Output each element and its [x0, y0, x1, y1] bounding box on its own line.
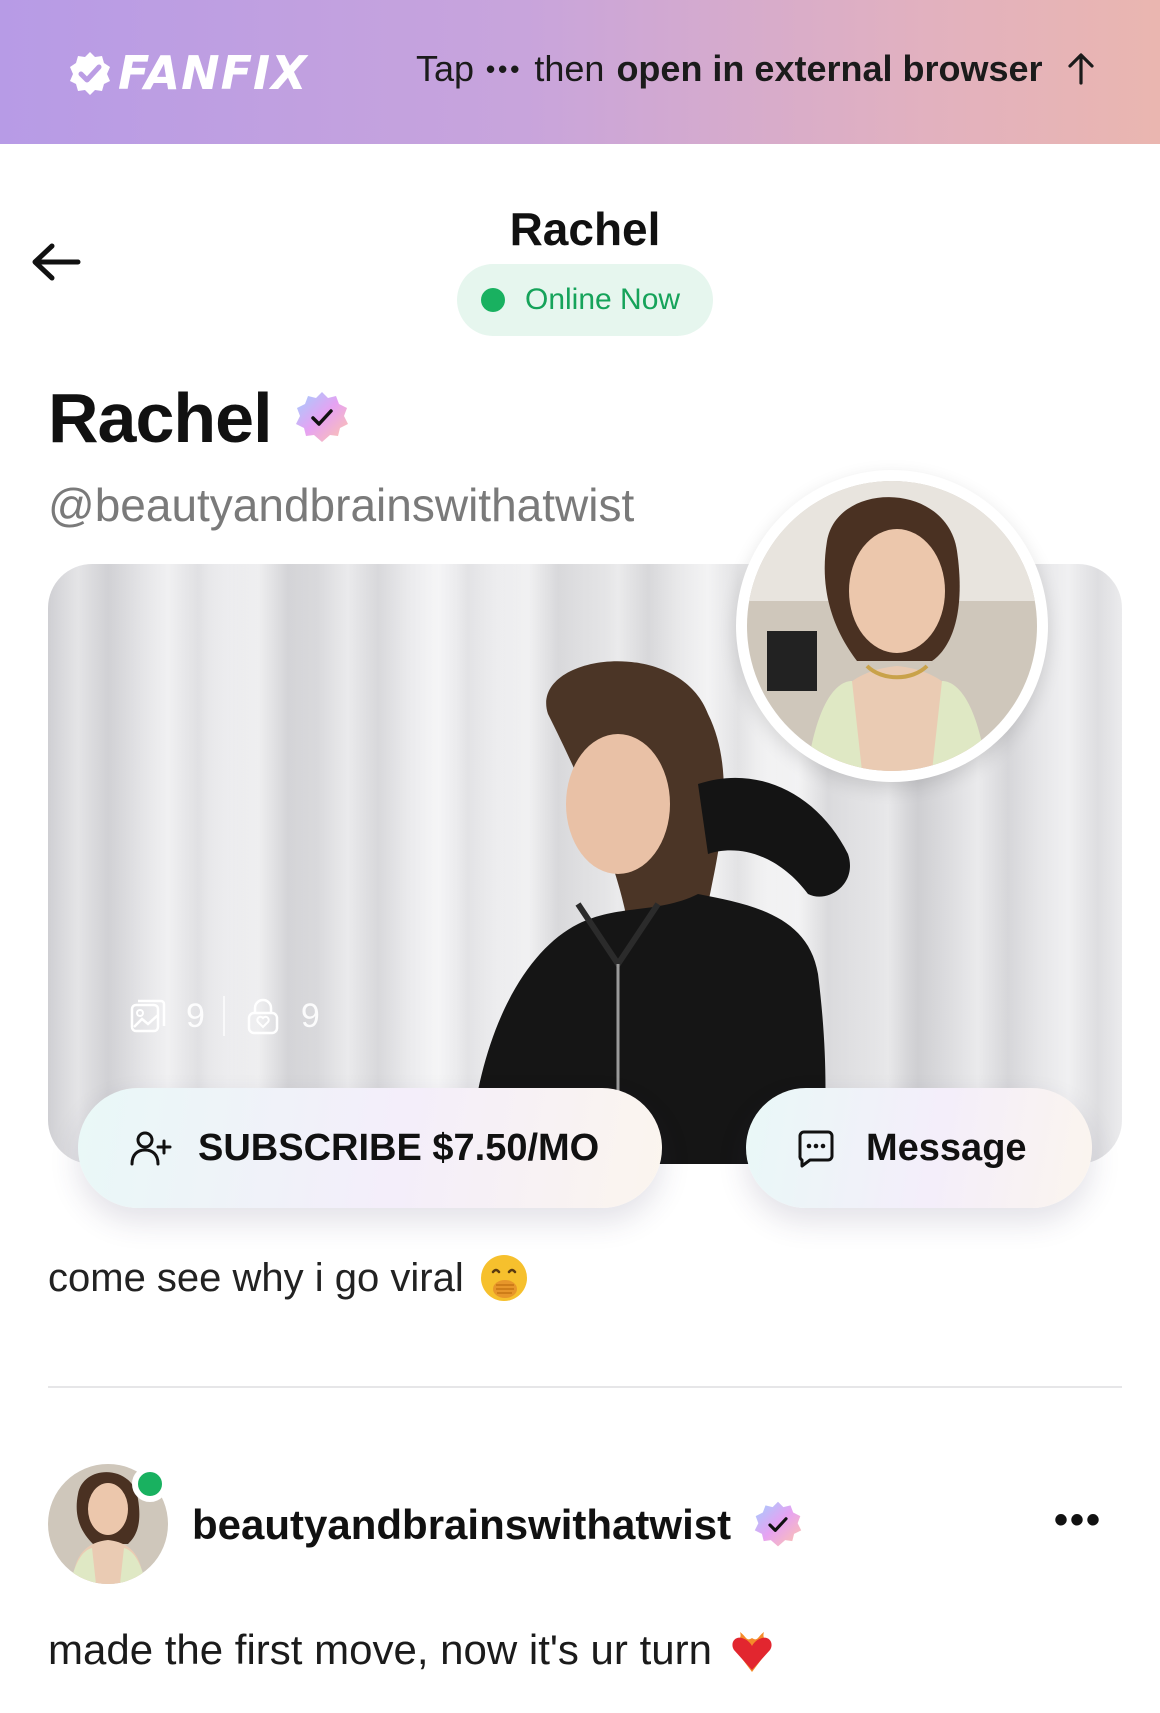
- gallery-icon: [130, 999, 166, 1033]
- content-stats: 9 9: [128, 996, 320, 1036]
- profile-handle: @beautyandbrainswithatwist: [48, 479, 635, 531]
- more-options-button[interactable]: •••: [1050, 1500, 1106, 1540]
- banner-instruction-bold: open in external browser: [616, 48, 1043, 89]
- lock-icon: [247, 998, 279, 1035]
- page-title: Rachel: [509, 203, 661, 255]
- online-status-text: Online Now: [525, 283, 681, 316]
- post-online-indicator: [132, 1466, 168, 1502]
- online-status-badge: Online Now: [457, 264, 713, 336]
- avatar-photo: [747, 481, 1037, 771]
- profile-bio: come see why i go viral: [48, 1252, 530, 1304]
- post-author[interactable]: beautyandbrainswithatwist: [192, 1500, 803, 1550]
- online-dot-icon: [481, 288, 505, 312]
- stats-divider: [222, 996, 225, 1036]
- logo-wordmark: FANFIX: [118, 46, 308, 100]
- arrow-up-icon: [1067, 53, 1094, 85]
- add-user-icon: [130, 1131, 172, 1166]
- hand-over-mouth-emoji-icon: [480, 1255, 527, 1301]
- chat-bubble-icon: [798, 1130, 834, 1168]
- post-username[interactable]: beautyandbrainswithatwist: [192, 1501, 731, 1549]
- verified-badge-icon: [754, 1501, 802, 1547]
- subscribe-label: SUBSCRIBE $7.50/MO: [198, 1126, 600, 1169]
- media-count: 9: [186, 996, 205, 1035]
- post-caption: made the first move, now it's ur turn: [48, 1624, 778, 1676]
- section-divider: [48, 1386, 1122, 1388]
- heart-on-fire-emoji-icon: [732, 1632, 772, 1672]
- bio-text: come see why i go viral: [48, 1255, 464, 1300]
- profile-avatar[interactable]: [736, 470, 1048, 782]
- open-in-browser-banner: FANFIX Tap ••• then open in external bro…: [0, 0, 1160, 144]
- subscribe-button[interactable]: SUBSCRIBE $7.50/MO: [78, 1088, 662, 1208]
- banner-dots: •••: [486, 53, 523, 84]
- banner-instruction: Tap ••• then open in external browser: [416, 48, 1099, 90]
- fanfix-logo: FANFIX: [66, 46, 308, 100]
- banner-then-text: then: [534, 48, 605, 89]
- profile-name: Rachel: [48, 378, 350, 458]
- locked-count: 9: [300, 996, 320, 1035]
- message-button[interactable]: Message: [746, 1088, 1092, 1208]
- message-label: Message: [866, 1126, 1027, 1169]
- logo-badge-icon: [70, 52, 110, 95]
- verified-badge-icon: [295, 392, 348, 442]
- post-caption-text: made the first move, now it's ur turn: [48, 1626, 712, 1673]
- banner-tap-text: Tap: [416, 48, 475, 89]
- profile-name-text: Rachel: [48, 379, 273, 457]
